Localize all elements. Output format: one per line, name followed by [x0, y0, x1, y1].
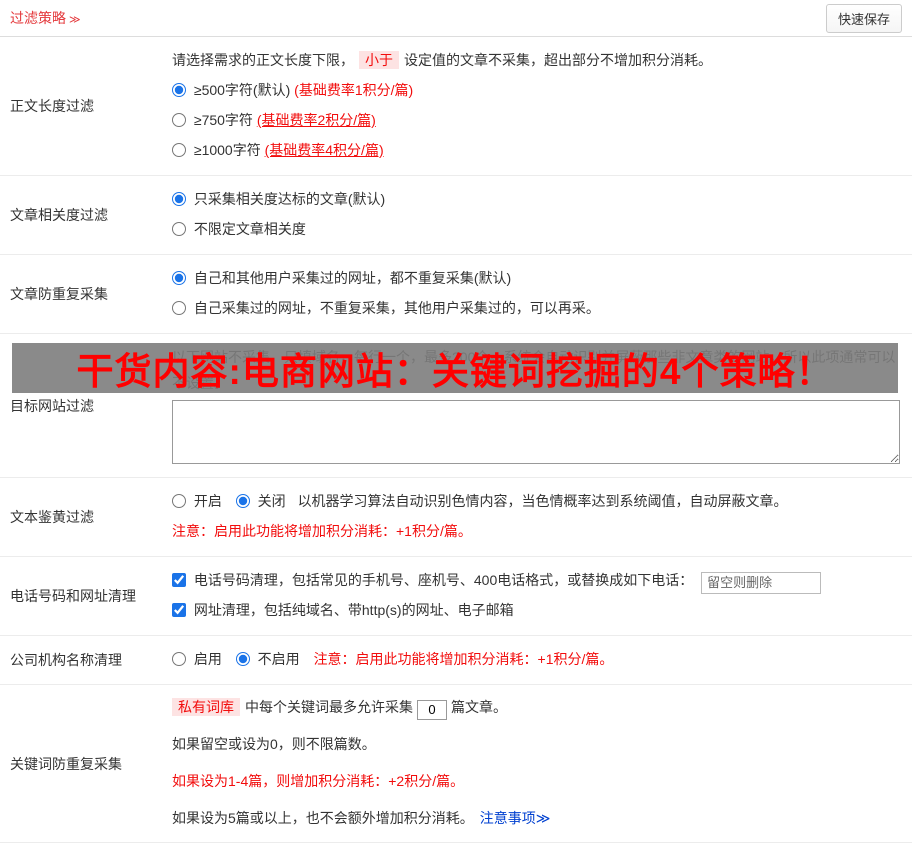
porn-off-radio[interactable] — [235, 494, 250, 508]
chevron-double-icon: ≫ — [69, 14, 81, 26]
length-1000-radio[interactable] — [172, 143, 186, 157]
company-off-radio[interactable] — [235, 652, 250, 666]
dedupe-global-radio[interactable] — [172, 271, 186, 285]
relevance-option-any[interactable]: 不限定文章相关度 — [172, 214, 900, 244]
dedupe-self-radio[interactable] — [172, 301, 186, 315]
relevance-option-strict[interactable]: 只采集相关度达标的文章(默认) — [172, 184, 900, 214]
keyword-limit-line: 私有词库中每个关键词最多允许采集 篇文章。 — [172, 693, 900, 721]
length-option-1000[interactable]: ≥1000字符 (基础费率4积分/篇) — [172, 135, 900, 165]
porn-off-label: 关闭 — [257, 493, 286, 509]
phone-clean-checkbox[interactable] — [172, 573, 186, 587]
company-option-off[interactable]: 不启用 — [235, 651, 304, 667]
porn-on-label: 开启 — [193, 493, 222, 509]
keyword-limit-mid-text: 中每个关键词最多允许采集 — [245, 699, 413, 715]
page-title[interactable]: 过滤策略 ≫ — [10, 8, 81, 28]
phone-clean-label: 电话号码清理，包括常见的手机号、座机号、400电话格式，或替换成如下电话： — [193, 572, 694, 588]
keyword-note-cost: 如果设为1-4篇，则增加积分消耗：+2积分/篇。 — [172, 773, 465, 789]
length-500-fee: (基础费率1积分/篇) — [294, 82, 414, 98]
length-500-label: ≥500字符(默认) — [193, 82, 291, 98]
site-blacklist-textarea[interactable] — [172, 400, 900, 464]
relevance-strict-label: 只采集相关度达标的文章(默认) — [193, 191, 386, 207]
keyword-limit-input[interactable] — [417, 699, 447, 720]
dedupe-self-label: 自己采集过的网址，不重复采集，其他用户采集过的，可以再采。 — [193, 300, 600, 316]
less-than-highlight: 小于 — [359, 51, 399, 69]
porn-description: 以机器学习算法自动识别色情内容，当色情概率达到系统阈值，自动屏蔽文章。 — [297, 493, 788, 509]
length-750-radio[interactable] — [172, 113, 186, 127]
row-company-clean: 公司机构名称清理 启用 不启用 注意：启用此功能将增加积分消耗：+1积分/篇。 — [0, 636, 912, 685]
row-keyword-dedupe: 关键词防重复采集 私有词库中每个关键词最多允许采集 篇文章。 如果留空或设为0，则… — [0, 685, 912, 843]
phone-url-clean-label: 电话号码和网址清理 — [10, 588, 136, 604]
company-clean-label: 公司机构名称清理 — [10, 652, 122, 668]
quick-save-button[interactable]: 快速保存 — [825, 3, 902, 33]
keyword-limit-post-text: 篇文章。 — [451, 699, 507, 715]
dedupe-option-global[interactable]: 自己和其他用户采集过的网址，都不重复采集(默认) — [172, 263, 900, 293]
private-lexicon-highlight: 私有词库 — [172, 698, 240, 716]
length-750-fee: (基础费率2积分/篇) — [256, 112, 376, 128]
company-cost-note: 注意：启用此功能将增加积分消耗：+1积分/篇。 — [313, 651, 614, 667]
keyword-dedupe-label: 关键词防重复采集 — [10, 755, 122, 772]
relevance-any-radio[interactable] — [172, 222, 186, 236]
row-relevance-filter: 文章相关度过滤 只采集相关度达标的文章(默认) 不限定文章相关度 — [0, 176, 912, 255]
length-option-500[interactable]: ≥500字符(默认) (基础费率1积分/篇) — [172, 75, 900, 105]
page-title-text: 过滤策略 — [10, 10, 66, 26]
company-on-radio[interactable] — [172, 652, 186, 666]
porn-on-radio[interactable] — [172, 494, 186, 508]
replacement-phone-input[interactable] — [701, 571, 822, 594]
porn-option-off[interactable]: 关闭 — [235, 493, 290, 509]
intro-pre-text: 请选择需求的正文长度下限， — [172, 52, 354, 68]
promo-banner-text: 干货内容:电商网站：关键词挖掘的4个策略！ — [76, 351, 834, 392]
keyword-note-zero: 如果留空或设为0，则不限篇数。 — [172, 736, 376, 752]
porn-filter-label: 文本鉴黄过滤 — [10, 509, 94, 525]
promo-overlay-banner: 干货内容:电商网站：关键词挖掘的4个策略！ — [12, 343, 898, 393]
length-filter-intro: 请选择需求的正文长度下限， 小于 设定值的文章不采集，超出部分不增加积分消耗。 — [172, 45, 900, 75]
url-clean-checkbox[interactable] — [172, 603, 186, 617]
row-article-dedupe: 文章防重复采集 自己和其他用户采集过的网址，都不重复采集(默认) 自己采集过的网… — [0, 255, 912, 334]
relevance-filter-label: 文章相关度过滤 — [10, 207, 108, 223]
row-phone-url-clean: 电话号码和网址清理 电话号码清理，包括常见的手机号、座机号、400电话格式，或替… — [0, 557, 912, 636]
length-750-label: ≥750字符 — [193, 112, 253, 128]
length-1000-fee: (基础费率4积分/篇) — [264, 142, 384, 158]
dedupe-global-label: 自己和其他用户采集过的网址，都不重复采集(默认) — [193, 270, 512, 286]
company-option-on[interactable]: 启用 — [172, 651, 226, 667]
row-length-filter: 正文长度过滤 请选择需求的正文长度下限， 小于 设定值的文章不采集，超出部分不增加积… — [0, 37, 912, 176]
page-header: 过滤策略 ≫ 快速保存 — [0, 0, 912, 37]
length-1000-label: ≥1000字符 — [193, 142, 261, 158]
length-option-750[interactable]: ≥750字符 (基础费率2积分/篇) — [172, 105, 900, 135]
porn-option-on[interactable]: 开启 — [172, 493, 226, 509]
company-off-label: 不启用 — [257, 651, 300, 667]
length-500-radio[interactable] — [172, 83, 186, 97]
porn-cost-note: 注意：启用此功能将增加积分消耗：+1积分/篇。 — [172, 523, 472, 539]
relevance-strict-radio[interactable] — [172, 192, 186, 206]
article-dedupe-label: 文章防重复采集 — [10, 286, 108, 302]
length-filter-label: 正文长度过滤 — [10, 98, 94, 114]
intro-post-text: 设定值的文章不采集，超出部分不增加积分消耗。 — [404, 52, 712, 68]
dedupe-option-self[interactable]: 自己采集过的网址，不重复采集，其他用户采集过的，可以再采。 — [172, 293, 900, 323]
phone-clean-option[interactable]: 电话号码清理，包括常见的手机号、座机号、400电话格式，或替换成如下电话： — [172, 572, 697, 588]
url-clean-option[interactable]: 网址清理，包括纯域名、带http(s)的网址、电子邮箱 — [172, 602, 514, 618]
url-clean-label: 网址清理，包括纯域名、带http(s)的网址、电子邮箱 — [193, 602, 514, 618]
company-on-label: 启用 — [193, 651, 222, 667]
relevance-any-label: 不限定文章相关度 — [193, 221, 306, 237]
notice-link[interactable]: 注意事项≫ — [480, 810, 551, 826]
row-porn-filter: 文本鉴黄过滤 开启 关闭 以机器学习算法自动识别色情内容，当色情概率达到系统阈值… — [0, 478, 912, 557]
keyword-note-five: 如果设为5篇或以上，也不会额外增加积分消耗。 注意事项≫ — [172, 804, 900, 832]
keyword-note-five-text: 如果设为5篇或以上，也不会额外增加积分消耗。 — [172, 810, 474, 826]
